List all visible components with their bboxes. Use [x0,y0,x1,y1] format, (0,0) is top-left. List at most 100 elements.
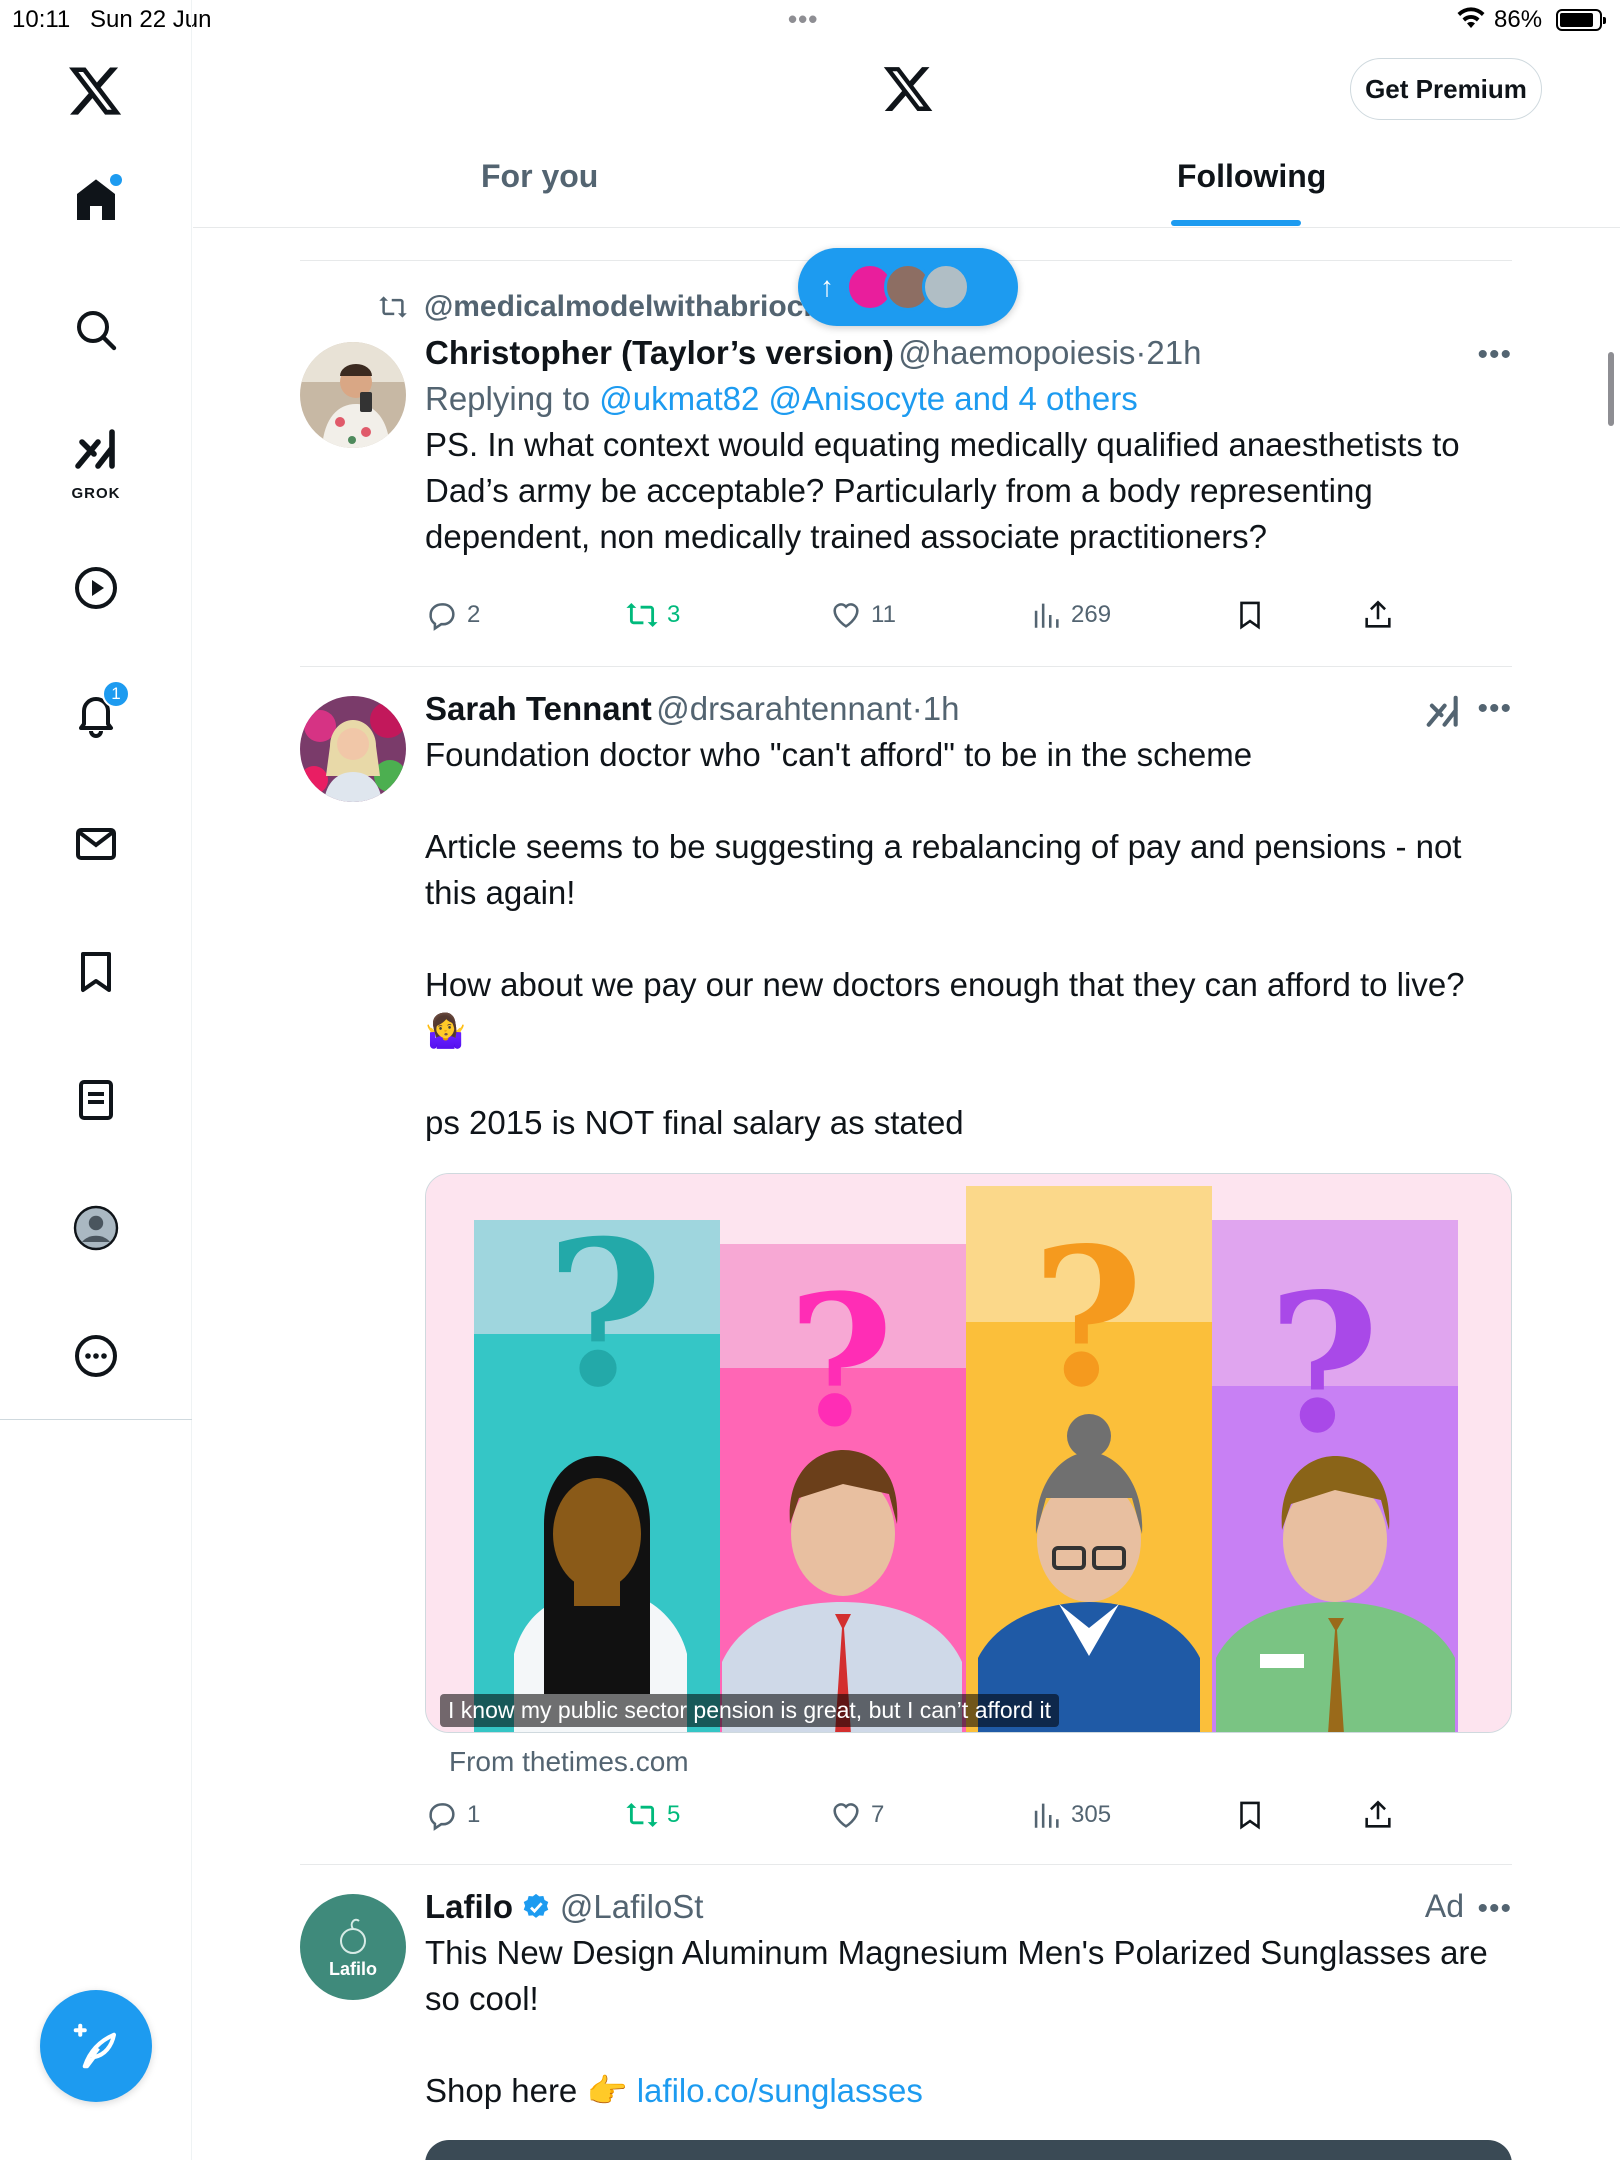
ad-label: Ad [1424,1888,1464,1924]
svg-text:?: ? [1032,1206,1143,1429]
repost-button[interactable]: 5 [625,1798,680,1832]
ad-media[interactable] [425,2140,1512,2160]
post-text-line: How about we pay our new doctors enough … [425,966,1465,1049]
heart-icon [833,603,859,628]
mail-icon [76,828,116,860]
grok-icon [75,429,115,469]
author-name[interactable]: Christopher (Taylor’s version) [425,334,894,371]
repost-icon [379,296,407,318]
search-icon [77,311,117,351]
bookmark-button[interactable] [1233,1798,1267,1832]
author-handle[interactable]: @LafiloSt [560,1888,704,1925]
post-text: This New Design Aluminum Magnesium Men's… [425,1934,1488,2017]
author-handle[interactable]: @drsarahtennant [656,690,912,727]
post-divider [300,1864,1512,1865]
share-upload-icon [1365,600,1391,628]
post-actions: 1 5 7 305 [425,1798,1512,1848]
author-name[interactable]: Sarah Tennant [425,690,652,727]
nav-profile[interactable] [56,1188,136,1268]
list-document-icon [79,1080,113,1120]
shop-line: Shop here 👉 lafilo.co/sunglasses [425,2068,1512,2114]
views-button[interactable]: 269 [1029,598,1111,632]
get-premium-button[interactable]: Get Premium [1350,58,1542,120]
like-button[interactable]: 7 [829,1798,884,1832]
shop-link[interactable]: lafilo.co/sunglasses [637,2072,923,2109]
svg-text:?: ? [788,1256,893,1467]
more-options-icon[interactable]: ••• [1477,338,1512,372]
unread-dot [110,174,122,186]
share-button[interactable] [1361,598,1395,632]
like-button[interactable]: 11 [829,598,896,632]
compose-feather-icon [73,2023,117,2069]
reply-count: 2 [467,601,481,628]
top-header: Get Premium For you Following [193,40,1620,228]
avatar-text: Lafilo [329,1958,377,1979]
profile-avatar-icon [73,1205,119,1251]
post-time[interactable]: 1h [923,690,960,727]
shop-prefix: Shop here 👉 [425,2072,628,2109]
like-count: 7 [871,1801,885,1828]
post-text-line: Foundation doctor who "can't afford" to … [425,736,1253,773]
post-time[interactable]: 21h [1146,334,1201,371]
nav-home[interactable] [56,160,136,240]
repost-button[interactable]: 3 [625,598,680,632]
nav-lists[interactable] [56,1060,136,1140]
like-count: 11 [871,601,896,628]
grok-icon[interactable] [1424,692,1462,732]
x-logo-icon[interactable] [881,62,935,116]
pill-avatar [922,263,970,311]
view-count: 305 [1071,1801,1112,1828]
reply-button[interactable]: 2 [425,598,480,632]
dot-separator: · [1135,334,1147,371]
battery-icon [1556,9,1606,31]
author-name[interactable]: Lafilo [425,1888,513,1925]
more-options-icon[interactable]: ••• [1477,692,1512,726]
views-chart-icon [1034,1803,1059,1828]
replying-to-link[interactable]: @ukmat82 @Anisocyte and 4 others [599,380,1137,417]
left-navigation: GROK 1 [0,0,192,2160]
reply-button[interactable]: 1 [425,1798,480,1832]
bookmark-icon [1240,601,1260,630]
wifi-icon [1456,6,1486,37]
reply-count: 1 [467,1801,481,1828]
author-handle[interactable]: @haemopoiesis [898,334,1135,371]
notifications-badge: 1 [102,680,130,708]
reply-icon [429,1803,455,1831]
article-card[interactable]: ? ? ? ? I know my public sector pension … [425,1173,1512,1733]
nav-explore[interactable] [56,290,136,370]
more-options-icon[interactable]: ••• [1477,1892,1512,1926]
bookmark-button[interactable] [1233,598,1267,632]
bookmark-icon [81,952,111,992]
avatar[interactable] [300,342,406,448]
card-source[interactable]: From thetimes.com [449,1746,689,1778]
heart-icon [833,1803,859,1828]
nav-messages[interactable] [56,804,136,884]
scrollbar-thumb[interactable] [1608,352,1614,426]
reposter-handle[interactable]: @medicalmodelwithabrioch [424,290,822,324]
post-actions: 2 3 11 269 [425,598,1512,648]
post-text: PS. In what context would equating medic… [425,426,1460,555]
repost-count: 5 [667,1801,681,1828]
new-posts-pill[interactable]: ↑ [798,248,1018,326]
post-body: Sarah Tennant @drsarahtennant·1h Foundat… [425,690,1512,1146]
post-body: Lafilo @LafiloSt This New Design Aluminu… [425,1888,1512,2114]
selected-tab-indicator [1171,220,1301,226]
avatar[interactable]: Lafilo [300,1894,406,2000]
nav-more[interactable] [56,1316,136,1396]
repost-icon [626,602,658,628]
compose-post-button[interactable] [40,1990,152,2102]
avatar[interactable] [300,696,406,802]
views-chart-icon [1034,603,1059,628]
nav-bookmarks[interactable] [56,932,136,1012]
views-button[interactable]: 305 [1029,1798,1111,1832]
multitasking-dots-icon[interactable]: ••• [788,4,818,35]
tab-following[interactable]: Following [1177,158,1326,195]
x-logo-icon[interactable] [66,62,124,120]
share-button[interactable] [1361,1798,1395,1832]
post-text-line: ps 2015 is NOT final salary as stated [425,1104,964,1141]
lafilo-logo-icon [340,1918,366,1954]
tab-for-you[interactable]: For you [481,158,598,195]
nav-video[interactable] [56,548,136,628]
nav-grok[interactable]: GROK [56,416,136,506]
nav-notifications[interactable]: 1 [56,674,136,754]
